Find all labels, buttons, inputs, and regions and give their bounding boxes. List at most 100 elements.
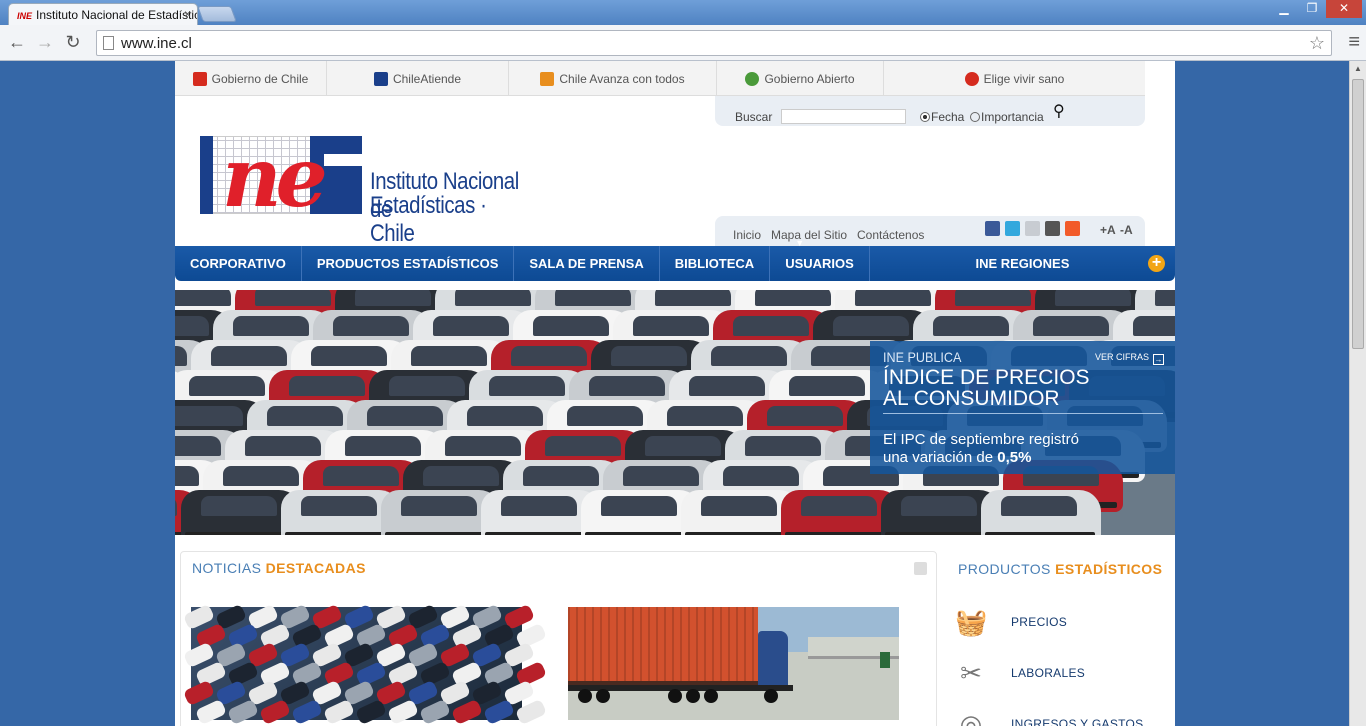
radio-dot-selected	[920, 112, 930, 122]
car	[981, 490, 1101, 535]
product-laborales[interactable]: ✂ LABORALES	[955, 657, 1175, 689]
wheel	[764, 689, 778, 703]
government-links-bar: Gobierno de Chile ChileAtiende Chile Ava…	[175, 61, 1145, 96]
road-sign	[880, 652, 890, 668]
banner-overlay[interactable]: INE PUBLICA VER CIFRAS → ÍNDICE DE PRECIO…	[870, 341, 1175, 474]
car	[290, 698, 324, 726]
chileatiende-icon	[373, 71, 388, 86]
chile-flag-icon	[192, 71, 207, 86]
search-icon[interactable]: ⚲	[1053, 101, 1065, 121]
truck-cab	[758, 631, 788, 687]
share-plus-icon[interactable]	[1065, 221, 1080, 236]
hero-banner[interactable]: INE PUBLICA VER CIFRAS → ÍNDICE DE PRECIO…	[175, 290, 1175, 535]
tools-icon: ✂	[960, 658, 982, 688]
logo-ne-letters: ne	[222, 130, 328, 226]
nav-biblioteca[interactable]: BIBLIOTECA ▼	[660, 238, 771, 281]
chevron-down-icon: ▼	[326, 237, 336, 248]
font-decrease-icon[interactable]: -A	[1120, 223, 1133, 237]
banner-divider	[883, 413, 1163, 414]
banner-description: El IPC de septiembre registró una variaci…	[883, 431, 1079, 466]
news-image-truck[interactable]	[568, 607, 899, 720]
close-tab-icon[interactable]: ×	[184, 7, 191, 21]
basket-icon: 🧺	[955, 607, 988, 637]
email-icon[interactable]	[1025, 221, 1040, 236]
chevron-down-icon: ▼	[200, 237, 209, 248]
product-ingresos-y-gastos[interactable]: ◎ INGRESOS Y GASTOS	[955, 708, 1175, 726]
search-input[interactable]	[781, 109, 906, 124]
news-heading: NOTICIAS DESTACADAS	[192, 560, 366, 576]
nav-productos-estadisticos[interactable]: PRODUCTOS ESTADÍSTICOS ▼	[302, 238, 515, 281]
link-chileatiende[interactable]: ChileAtiende	[327, 61, 509, 96]
link-gobierno-de-chile[interactable]: Gobierno de Chile	[175, 61, 327, 96]
radio-dot	[970, 112, 980, 122]
link-elige-vivir-sano[interactable]: Elige vivir sano	[884, 61, 1145, 96]
car	[322, 698, 356, 726]
car	[258, 698, 292, 726]
twitter-icon[interactable]	[1005, 221, 1020, 236]
car	[226, 698, 260, 726]
plus-icon[interactable]: +	[1148, 255, 1165, 272]
scroll-thumb[interactable]	[1352, 79, 1364, 349]
open-government-icon	[745, 71, 760, 86]
link-chile-avanza[interactable]: Chile Avanza con todos	[509, 61, 717, 96]
wheel	[578, 689, 592, 703]
wheel	[704, 689, 718, 703]
car	[482, 698, 516, 726]
search-label: Buscar	[735, 110, 773, 124]
news-image-traffic[interactable]	[182, 603, 548, 726]
apple-icon	[964, 71, 979, 86]
forward-icon[interactable]: →	[34, 32, 56, 54]
bookmark-star-icon[interactable]: ☆	[1309, 33, 1325, 54]
print-icon[interactable]	[1045, 221, 1060, 236]
chrome-menu-icon[interactable]: ≡	[1348, 31, 1360, 54]
car	[194, 698, 228, 726]
shipping-container	[568, 607, 758, 685]
rss-icon[interactable]	[914, 562, 927, 575]
address-bar[interactable]: www.ine.cl ☆	[96, 30, 1332, 56]
wheel	[686, 689, 700, 703]
page-icon	[103, 36, 114, 50]
ipc-value: 0,5%	[997, 449, 1032, 466]
restore-icon[interactable]: ❐	[1298, 0, 1326, 18]
ine-logo[interactable]: ne Instituto Nacional de Estadísticas · …	[200, 130, 550, 247]
chevron-down-icon: ▼	[684, 237, 694, 248]
products-panel: PRODUCTOS ESTADÍSTICOS 🧺 PRECIOS ✂ LABORAL…	[950, 551, 1175, 726]
ine-page: Gobierno de Chile ChileAtiende Chile Ava…	[175, 61, 1175, 726]
main-navigation: CORPORATIVO ▼ PRODUCTOS ESTADÍSTICOS ▼ SAL…	[175, 238, 1175, 281]
ver-cifras-link[interactable]: VER CIFRAS →	[1095, 352, 1165, 365]
close-window-icon[interactable]: ✕	[1326, 0, 1362, 18]
new-tab-button[interactable]	[197, 6, 237, 22]
nav-corporativo[interactable]: CORPORATIVO ▼	[175, 238, 302, 281]
browser-tab[interactable]: INE Instituto Nacional de Estadísticas ×	[8, 3, 198, 25]
window-titlebar: INE Instituto Nacional de Estadísticas × …	[0, 0, 1366, 25]
page-scrollbar[interactable]: ▲	[1349, 61, 1366, 726]
browser-toolbar: ← → ↻ www.ine.cl ☆ ≡	[0, 25, 1366, 61]
url-text: www.ine.cl	[121, 35, 192, 52]
back-icon[interactable]: ←	[6, 32, 28, 54]
chevron-down-icon: ▼	[539, 237, 549, 248]
product-precios[interactable]: 🧺 PRECIOS	[955, 606, 1175, 638]
radio-importancia[interactable]: Importancia	[970, 110, 1044, 124]
font-increase-icon[interactable]: +A	[1100, 223, 1116, 237]
banner-kicker: INE PUBLICA	[883, 349, 962, 365]
facebook-icon[interactable]	[985, 221, 1000, 236]
minimize-icon[interactable]: ▁	[1270, 0, 1298, 18]
bar-chart-icon	[540, 71, 555, 86]
enter-arrow-icon: →	[1153, 354, 1165, 365]
wheel	[668, 689, 682, 703]
wheel	[596, 689, 610, 703]
featured-news-panel: NOTICIAS DESTACADAS	[180, 551, 937, 726]
car	[418, 698, 452, 726]
link-gobierno-abierto[interactable]: Gobierno Abierto	[717, 61, 884, 96]
banner-title: ÍNDICE DE PRECIOS AL CONSUMIDOR	[883, 366, 1090, 410]
nav-ine-regiones[interactable]: INE REGIONES +	[870, 246, 1175, 281]
car	[386, 698, 420, 726]
scroll-up-icon[interactable]: ▲	[1350, 61, 1366, 77]
nav-sala-de-prensa[interactable]: SALA DE PRENSA ▼	[514, 238, 660, 281]
ine-favicon-icon: INE	[17, 11, 33, 21]
coins-icon: ◎	[959, 709, 983, 726]
logo-i-bar	[200, 136, 213, 214]
radio-fecha[interactable]: Fecha	[920, 110, 964, 124]
reload-icon[interactable]: ↻	[62, 32, 84, 54]
tab-title: Instituto Nacional de Estadísticas	[36, 8, 198, 22]
